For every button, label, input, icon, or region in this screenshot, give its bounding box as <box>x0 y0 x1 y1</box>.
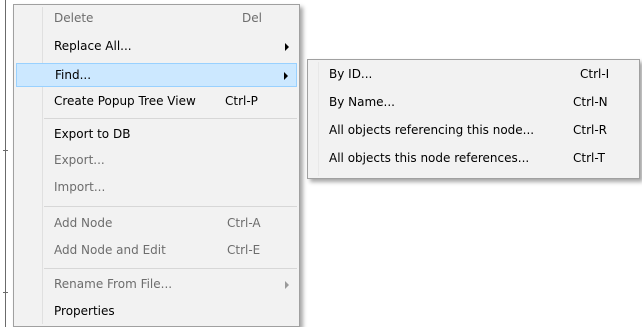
menu-item-label: Add Node <box>54 216 113 230</box>
menu-item-label: Replace All... <box>54 39 132 53</box>
menu-item-import[interactable]: Import... <box>16 176 297 200</box>
menu-item-label: Properties <box>54 304 115 318</box>
menu-item-shortcut: Ctrl-E <box>227 243 261 257</box>
menu-item-shortcut: Del <box>242 11 262 25</box>
menu-item-rename-from-file[interactable]: Rename From File... <box>16 273 297 297</box>
background-edge-tick <box>3 150 8 151</box>
menu-item-label: Rename From File... <box>54 277 173 291</box>
menu-item-find[interactable]: Find... <box>16 63 297 87</box>
menu-item-add-node[interactable]: Add Node Ctrl-A <box>16 212 297 236</box>
submenu-item-by-id[interactable]: By ID... Ctrl-I <box>310 63 637 87</box>
menu-item-shortcut: Ctrl-I <box>580 67 610 81</box>
menu-item-create-popup-tree-view[interactable]: Create Popup Tree View Ctrl-P <box>16 90 297 114</box>
menu-item-label: Export... <box>54 153 105 167</box>
menu-item-label: Export to DB <box>54 127 131 141</box>
menu-item-replace-all[interactable]: Replace All... <box>16 35 297 59</box>
submenu-item-this-node-references[interactable]: All objects this node references... Ctrl… <box>310 147 637 171</box>
menu-item-label: By Name... <box>329 95 395 109</box>
menu-item-add-node-and-edit[interactable]: Add Node and Edit Ctrl-E <box>16 239 297 263</box>
menu-item-export[interactable]: Export... <box>16 149 297 173</box>
menu-item-label: By ID... <box>329 67 373 81</box>
menu-item-properties[interactable]: Properties <box>16 300 297 324</box>
menu-item-export-to-db[interactable]: Export to DB <box>16 123 297 147</box>
menu-item-shortcut: Ctrl-R <box>573 123 608 137</box>
menu-item-shortcut: Ctrl-A <box>227 216 261 230</box>
menu-item-label: All objects referencing this node... <box>329 123 535 137</box>
menu-item-label: Add Node and Edit <box>54 243 166 257</box>
find-submenu: By ID... Ctrl-I By Name... Ctrl-N All ob… <box>307 59 640 179</box>
submenu-item-by-name[interactable]: By Name... Ctrl-N <box>310 91 637 115</box>
menu-separator <box>44 268 297 269</box>
menu-item-label: Import... <box>54 180 106 194</box>
menu-item-shortcut: Ctrl-N <box>573 95 608 109</box>
menu-item-label: Find... <box>55 68 92 82</box>
background-window-edge <box>5 0 6 327</box>
menu-separator <box>44 118 297 119</box>
submenu-arrow-icon <box>285 43 289 51</box>
menu-item-shortcut: Ctrl-T <box>573 151 605 165</box>
menu-separator <box>44 206 297 207</box>
menu-item-label: All objects this node references... <box>329 151 530 165</box>
background-edge-tick <box>3 292 8 293</box>
menu-item-label: Delete <box>54 11 94 25</box>
menu-item-shortcut: Ctrl-P <box>225 94 258 108</box>
submenu-arrow-icon <box>284 72 288 80</box>
menu-item-delete[interactable]: Delete Del <box>16 7 297 31</box>
submenu-item-referencing-this-node[interactable]: All objects referencing this node... Ctr… <box>310 119 637 143</box>
submenu-arrow-icon <box>285 281 289 289</box>
context-menu: Delete Del Replace All... Find... Create… <box>13 4 300 327</box>
menu-item-label: Create Popup Tree View <box>54 94 196 108</box>
